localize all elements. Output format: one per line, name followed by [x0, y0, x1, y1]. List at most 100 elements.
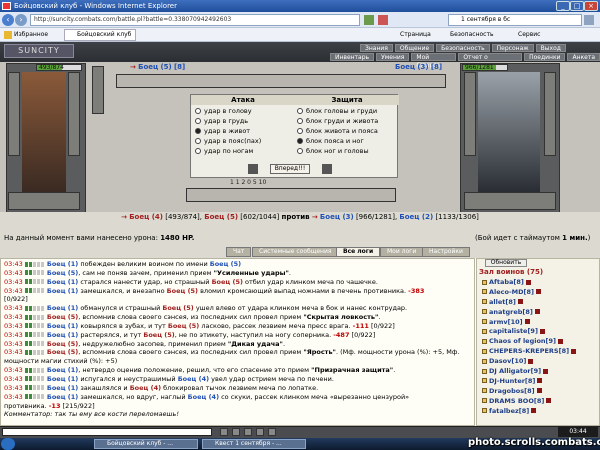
submenu-inventory[interactable]: Инвентарь	[330, 53, 375, 61]
player-name[interactable]: Chaos of legion[9]	[489, 337, 556, 345]
private-message-icon[interactable]	[482, 328, 487, 334]
tab-chat[interactable]: Чат	[226, 247, 252, 257]
player-name[interactable]: anatgreb[8]	[489, 308, 533, 316]
player-name[interactable]: CHEPERS-KREPERS[8]	[489, 347, 569, 355]
player-name[interactable]: capitaliste[9]	[489, 327, 538, 335]
search-icon[interactable]	[584, 15, 594, 25]
attack-option-chest[interactable]: удар в грудь	[195, 116, 261, 126]
log-time[interactable]: 03:43	[4, 366, 25, 374]
radio-icon[interactable]	[195, 108, 201, 114]
team-right-player[interactable]: Боец (2)	[399, 213, 433, 221]
radio-icon[interactable]	[297, 148, 303, 154]
defense-option-belt-legs[interactable]: блок пояса и ног	[297, 136, 378, 146]
fighter-name[interactable]: Боец (1)	[47, 375, 78, 383]
radio-icon[interactable]	[195, 118, 201, 124]
chat-input[interactable]	[2, 428, 212, 436]
fighter-name[interactable]: Боец (5)	[47, 348, 78, 356]
fighter-name[interactable]: Боец (1)	[47, 287, 78, 295]
player-list-item[interactable]: Aleco-MD[8]	[479, 288, 597, 298]
go-button[interactable]: Вперед!!!	[270, 164, 310, 174]
minimize-button[interactable]: _	[556, 1, 570, 11]
right-ring-slots[interactable]	[544, 72, 556, 156]
log-time[interactable]: 03:43	[4, 313, 25, 321]
fighter-name[interactable]: Боец (5)	[168, 322, 199, 330]
fighter-name[interactable]: Боец (1)	[47, 278, 78, 286]
send-icon[interactable]	[220, 428, 228, 436]
left-fighter-avatar[interactable]	[22, 72, 66, 192]
fighter-name[interactable]: Боец (5)	[167, 287, 198, 295]
fighter-name[interactable]: Боец (5)	[143, 331, 174, 339]
submenu-profile[interactable]: Анкета	[567, 53, 600, 61]
toolbar-item-tools[interactable]: Сервис	[518, 28, 540, 41]
tab-all-logs[interactable]: Все логи	[336, 247, 381, 257]
private-message-icon[interactable]	[482, 358, 487, 364]
fighter-name[interactable]: Боец (5)	[47, 269, 78, 277]
fighter-name[interactable]: Боец (4)	[188, 393, 219, 401]
menu-security[interactable]: Безопасность	[436, 44, 490, 52]
player-list-item[interactable]: DJ-Hunter[8]	[479, 377, 597, 387]
player-list-item[interactable]: DRAMS BOO[8]	[479, 397, 597, 407]
player-list-item[interactable]: DJ Alligator[9]	[479, 367, 597, 377]
player-name[interactable]: DJ Alligator[9]	[489, 367, 541, 375]
player-list-item[interactable]: Dasov[10]	[479, 357, 597, 367]
menu-knowledge[interactable]: Знания	[360, 44, 393, 52]
radio-icon[interactable]	[297, 128, 303, 134]
private-message-icon[interactable]	[482, 348, 487, 354]
refresh-icon[interactable]	[364, 15, 374, 25]
log-time[interactable]: 03:43	[4, 375, 25, 383]
settings-icon[interactable]	[268, 428, 276, 436]
effect-slots-row[interactable]	[116, 74, 446, 88]
task-combats[interactable]: Бойцовский клуб - ...	[94, 439, 198, 449]
fighter-name[interactable]: Боец (5)	[162, 304, 193, 312]
attack-option-legs[interactable]: удар по ногам	[195, 146, 261, 156]
player-list-item[interactable]: allet[8]	[479, 298, 597, 308]
tab-my-logs[interactable]: Мои логи	[380, 247, 424, 257]
radio-icon[interactable]	[297, 118, 303, 124]
player-list-item[interactable]: Dragobos[8]	[479, 387, 597, 397]
url-input[interactable]: http://suncity.combats.com/battle.pl?bat…	[30, 14, 360, 26]
private-message-icon[interactable]	[482, 378, 487, 384]
log-time[interactable]: 03:43	[4, 287, 25, 295]
right-belt-slots[interactable]	[464, 192, 556, 210]
log-time[interactable]: 03:43	[4, 384, 25, 392]
menu-exit[interactable]: Выход	[535, 44, 566, 52]
team-right-player[interactable]: Боец (3)	[320, 213, 354, 221]
back-icon[interactable]: ‹	[2, 14, 14, 26]
private-message-icon[interactable]	[482, 398, 487, 404]
star-icon[interactable]	[4, 31, 12, 39]
stop-icon[interactable]	[378, 15, 388, 25]
refresh-button[interactable]: Обновить	[485, 259, 527, 267]
player-list-item[interactable]: capitaliste[9]	[479, 327, 597, 337]
browser-tab[interactable]: Бойцовский клуб	[64, 29, 137, 41]
log-time[interactable]: 03:43	[4, 278, 25, 286]
right-armor-slots[interactable]	[464, 72, 476, 156]
right-fighter-name[interactable]: Боец	[395, 63, 415, 71]
player-name[interactable]: DRAMS BOO[8]	[489, 397, 544, 405]
player-name[interactable]: Dragobos[8]	[489, 387, 535, 395]
player-name[interactable]: Dasov[10]	[489, 357, 526, 365]
fighter-name[interactable]: Боец (1)	[47, 393, 78, 401]
skull-icon[interactable]	[248, 164, 258, 174]
radio-selected-icon[interactable]	[297, 138, 303, 144]
private-message-icon[interactable]	[482, 299, 487, 305]
refresh-battle-icon[interactable]	[322, 164, 332, 174]
private-message-icon[interactable]	[482, 368, 487, 374]
battle-log[interactable]: 03:43 Боец (1) побежден великим воином п…	[0, 258, 475, 426]
private-message-icon[interactable]	[482, 338, 487, 344]
fighter-name[interactable]: Боец (5)	[47, 313, 78, 321]
player-name[interactable]: armv[10]	[489, 318, 523, 326]
menu-chat[interactable]: Общение	[394, 44, 435, 52]
fighter-name[interactable]: Боец (1)	[47, 260, 78, 268]
submenu-skills[interactable]: Умения	[376, 53, 410, 61]
right-fighter-avatar[interactable]	[478, 72, 540, 192]
submenu-scroll[interactable]: Мой Сюррол	[411, 53, 457, 69]
log-time[interactable]: 03:43	[4, 322, 25, 330]
defense-option-stomach-belt[interactable]: блок живота и пояса	[297, 126, 378, 136]
maximize-button[interactable]: □	[570, 1, 584, 11]
player-name[interactable]: Aleco-MD[8]	[489, 288, 534, 296]
player-list-item[interactable]: Aftaba[8]	[479, 278, 597, 288]
attack-option-stomach[interactable]: удар в живот	[195, 126, 261, 136]
defense-option-legs-head[interactable]: блок ног и головы	[297, 146, 378, 156]
player-name[interactable]: Aftaba[8]	[489, 278, 524, 286]
player-list-item[interactable]: CHEPERS-KREPERS[8]	[479, 347, 597, 357]
